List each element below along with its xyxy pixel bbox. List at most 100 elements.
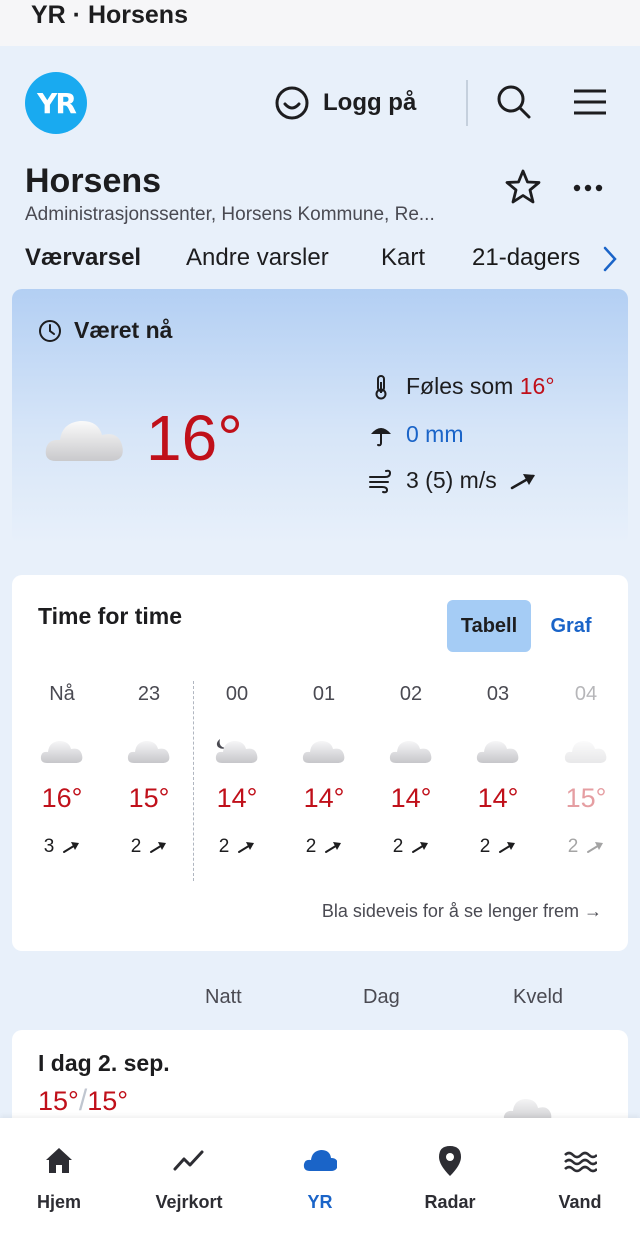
wind-icon [369,469,392,493]
hour-column: 01 14° 2 [284,683,364,858]
wind-row: 3 (5) m/s [368,467,537,494]
wind-value: 3 (5) m/s [406,467,497,493]
chart-line-icon [173,1150,204,1171]
login-button[interactable]: Logg på [275,86,416,120]
hour-column: 03 14° 2 [458,683,538,858]
hour-temperature: 14° [303,783,345,813]
hour-wind-speed: 2 [479,836,491,857]
login-label: Logg på [323,89,417,116]
feels-like-value: 16° [519,373,555,399]
bottom-navigation: Hjem Vejrkort YR Radar Vand [0,1118,640,1243]
hourly-title: Time for time [38,603,182,629]
hour-label: 00 [225,683,249,705]
tab-kart[interactable]: Kart [381,244,425,272]
cloud-icon [389,741,432,763]
cloud-moon-icon [215,739,258,763]
tab-21-dagers[interactable]: 21-dagers [472,244,580,272]
feels-like-label: Føles som [406,373,514,399]
hour-wind: 2 [109,836,189,858]
wind-direction-arrow-icon [587,842,604,853]
period-day: Dag [363,986,400,1008]
wind-direction-arrow-icon [63,842,80,853]
app-header: YR Logg på [0,46,640,166]
yr-logo[interactable]: YR [25,72,87,134]
period-evening: Kveld [513,986,564,1008]
wind-direction-arrow-icon [150,842,167,853]
window-titlebar: YR · Horsens [0,0,640,46]
location-name: Horsens [25,162,162,200]
menu-icon[interactable] [572,86,608,118]
chevron-right-icon[interactable] [598,244,622,274]
view-toggle: Tabell Graf [447,600,601,652]
nav-radar[interactable]: Radar [400,1144,500,1213]
temp-separator: / [78,1084,88,1117]
location-subtitle: Administrasjonssenter, Horsens Kommune, … [25,204,435,225]
cloud-icon [476,741,519,763]
smiley-icon [275,86,309,120]
thermometer-icon [375,374,387,399]
table-view-button[interactable]: Tabell [447,600,531,652]
hour-wind-speed: 3 [43,836,55,857]
period-labels: Natt Dag Kveld [0,986,640,1016]
nav-hjem[interactable]: Hjem [9,1144,109,1213]
hour-wind-speed: 2 [567,836,579,857]
wind-direction-arrow-icon [325,842,342,853]
hour-temperature: 16° [41,783,83,813]
hour-temperature: 14° [390,783,432,813]
hour-column: 04 15° 2 [546,683,626,858]
hour-label: 23 [137,683,161,705]
hour-wind: 2 [284,836,364,858]
cloud-icon [564,741,607,763]
hour-label: 01 [312,683,336,705]
more-options-icon[interactable] [570,176,606,200]
hour-wind: 2 [546,836,626,858]
scroll-hint: Bla sideveis for å se lenger frem → [321,901,602,921]
clock-icon [39,319,61,342]
hour-wind-speed: 2 [218,836,230,857]
search-icon[interactable] [496,84,532,120]
day-max-temp: 15° [38,1086,79,1116]
hour-label: Nå [49,683,75,705]
nav-label-vand: Vand [558,1192,602,1212]
hour-wind: 3 [22,836,102,858]
hourly-forecast-card: Time for time Tabell Graf Nå 16° 3 23 15° 2 00… [12,575,628,951]
midnight-divider [193,681,194,881]
waves-icon [564,1151,597,1173]
cloud-icon [45,420,123,461]
hour-wind-speed: 2 [130,836,142,857]
window-title: YR · Horsens [31,1,188,29]
period-night: Natt [205,986,242,1008]
hour-column: Nå 16° 3 [22,683,102,858]
wind-direction-arrow-icon [412,842,429,853]
cloud-icon [302,741,345,763]
hour-label: 03 [486,683,510,705]
tab-vaervarsel[interactable]: Værvarsel [25,244,141,272]
forecast-tabs: Værvarsel Andre varsler Kart 21-dagers [0,240,640,280]
precipitation-row: 0 mm [368,421,464,448]
hour-temperature: 14° [216,783,258,813]
cloud-icon [127,741,170,763]
nav-vand[interactable]: Vand [530,1144,630,1213]
header-divider [466,80,468,126]
tab-andre-varsler[interactable]: Andre varsler [186,244,329,272]
nav-label-radar: Radar [424,1192,476,1212]
graph-view-button[interactable]: Graf [541,600,601,652]
star-icon[interactable] [504,168,542,206]
nav-label-vejrkort: Vejrkort [155,1192,223,1212]
wind-direction-arrow-icon [499,842,516,853]
hour-wind-speed: 2 [305,836,317,857]
hour-wind: 2 [371,836,451,858]
hour-temperature: 15° [128,783,170,813]
nav-label-hjem: Hjem [36,1192,81,1212]
nav-vejrkort[interactable]: Vejrkort [139,1144,239,1213]
wind-direction-arrow-icon [510,473,535,489]
umbrella-icon [371,427,391,446]
current-weather-heading: Været nå [74,317,173,343]
cloud-icon [303,1150,337,1171]
cloud-icon [40,741,83,763]
nav-yr[interactable]: YR [270,1144,370,1213]
hour-wind: 2 [197,836,277,858]
hour-column: 23 15° 2 [109,683,189,858]
home-icon [46,1148,72,1173]
hour-temperature: 15° [565,783,607,813]
